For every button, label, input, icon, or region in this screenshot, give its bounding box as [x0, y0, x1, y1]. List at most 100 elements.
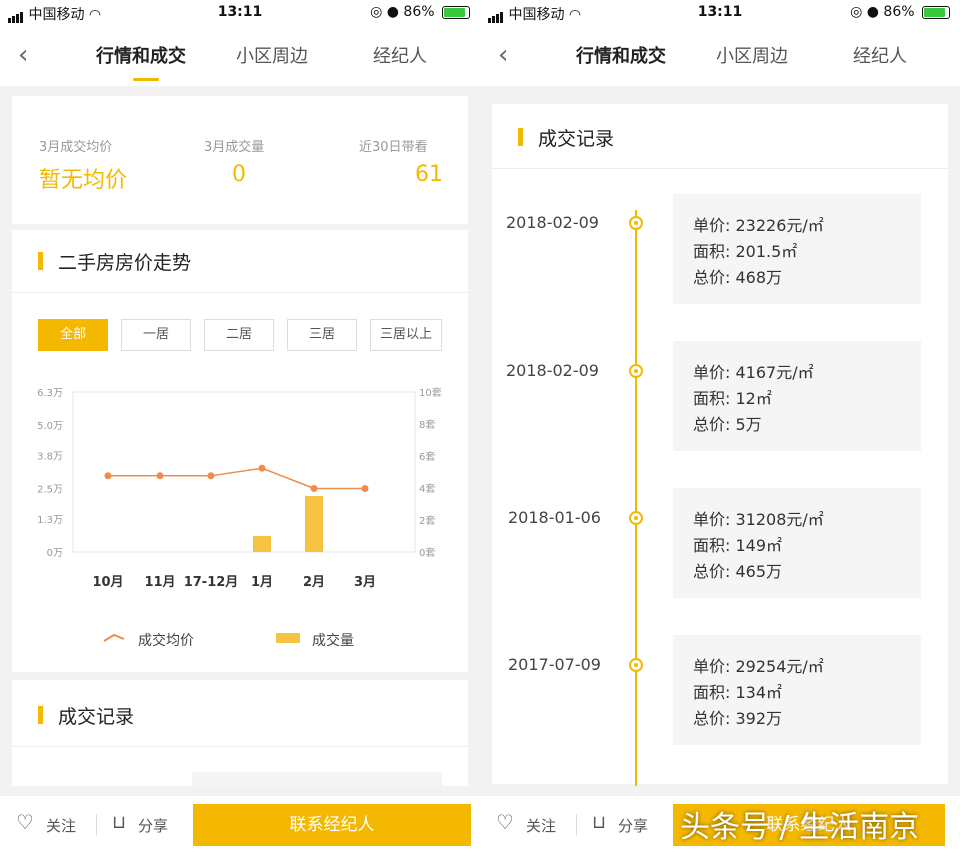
y-right-tick-label: 6套	[419, 450, 435, 463]
stat-value: 0	[232, 162, 246, 187]
divider	[12, 746, 468, 747]
record-unit-price: 单价: 23226元/㎡	[693, 216, 824, 235]
tab-market[interactable]: 行情和成交	[576, 42, 666, 68]
share-button[interactable]: 分享	[138, 815, 168, 836]
filter-1br[interactable]: 一居	[121, 319, 191, 351]
record-box[interactable]: 单价: 23226元/㎡ 面积: 201.5㎡ 总价: 468万	[673, 194, 921, 304]
record-total: 总价: 468万	[693, 268, 783, 287]
record-total: 总价: 465万	[693, 562, 783, 581]
filter-2br[interactable]: 二居	[204, 319, 274, 351]
alarm-icon: ●	[386, 4, 399, 20]
legend-bar-label: 成交量	[312, 633, 354, 649]
follow-button[interactable]: 关注	[46, 815, 76, 836]
y-left-tick-label: 3.8万	[37, 451, 63, 462]
legend-line-label: 成交均价	[138, 633, 194, 649]
follow-button[interactable]: 关注	[526, 815, 556, 836]
rotation-lock-icon: ◎	[850, 4, 863, 20]
section-marker	[38, 706, 43, 724]
record-total: 总价: 5万	[693, 415, 762, 434]
price-trend-chart: 6.3万 5.0万 3.8万 2.5万 1.3万 0万 10套 8套 6套 4套 2套 0套 10月 11…	[37, 386, 442, 590]
record-date: 2018-01-06	[508, 508, 601, 527]
battery-icon	[922, 5, 950, 19]
share-icon[interactable]: ⊔	[592, 812, 606, 833]
y-right-tick-label: 8套	[419, 418, 435, 431]
x-tick-label: 3月	[354, 575, 376, 590]
battery-percent: 86%	[883, 4, 915, 20]
y-left-tick-label: 0万	[47, 548, 63, 559]
back-arrow-icon[interactable]: ‹	[498, 40, 508, 70]
status-right: ◎ ● 86%	[370, 4, 470, 20]
timeline-dot	[629, 216, 643, 230]
record-area: 面积: 12㎡	[693, 389, 772, 408]
stat-value: 61	[415, 162, 443, 187]
timeline-line	[635, 210, 637, 786]
divider	[96, 814, 97, 836]
records-card	[12, 680, 468, 786]
record-box[interactable]: 单价: 4167元/㎡ 面积: 12㎡ 总价: 5万	[673, 341, 921, 451]
share-icon[interactable]: ⊔	[112, 812, 126, 833]
x-tick-label: 17-12月	[184, 575, 239, 590]
x-tick-label: 2月	[303, 575, 325, 590]
timeline-dot	[629, 658, 643, 672]
divider	[12, 292, 468, 293]
left-screen: 中国移动 ◠ 13:11 ◎ ● 86% ‹ 行情和成交 小区周边 经纪人 3月…	[0, 0, 480, 853]
status-bar: 中国移动 ◠ 13:11 ◎ ● 86%	[0, 0, 480, 26]
status-bar: 中国移动 ◠ 13:11 ◎ ● 86%	[480, 0, 960, 26]
stat-label: 近30日带看	[359, 140, 428, 155]
rotation-lock-icon: ◎	[370, 4, 383, 20]
heart-icon[interactable]: ♡	[16, 810, 34, 834]
legend-line-icon	[103, 633, 125, 642]
y-left-tick-label: 2.5万	[37, 485, 63, 496]
record-area: 面积: 201.5㎡	[693, 242, 798, 261]
top-nav: ‹ 行情和成交 小区周边 经纪人	[480, 26, 960, 86]
price-point	[361, 485, 369, 493]
contact-agent-button[interactable]: 联系经纪人	[193, 804, 471, 846]
timeline-dot	[629, 364, 643, 378]
watermark: 头条号 / 生活南京	[680, 810, 920, 845]
tab-agents[interactable]: 经纪人	[853, 42, 907, 68]
trend-title: 二手房房价走势	[58, 252, 192, 274]
record-unit-price: 单价: 29254元/㎡	[693, 657, 824, 676]
volume-bar	[253, 536, 271, 552]
record-date: 2017-07-09	[508, 655, 601, 674]
record-date: 2018-02-09	[506, 361, 599, 380]
filter-all[interactable]: 全部	[38, 319, 108, 351]
divider	[492, 168, 948, 169]
x-tick-label: 1月	[251, 575, 273, 590]
record-total: 总价: 392万	[693, 709, 783, 728]
record-unit-price: 单价: 4167元/㎡	[693, 363, 814, 382]
price-point	[104, 472, 112, 480]
records-title: 成交记录	[538, 128, 615, 150]
y-left-tick-label: 6.3万	[37, 388, 63, 399]
tab-surroundings[interactable]: 小区周边	[716, 42, 788, 68]
record-date: 2018-02-09	[506, 213, 599, 232]
active-tab-indicator	[133, 78, 159, 81]
heart-icon[interactable]: ♡	[496, 810, 514, 834]
tab-agents[interactable]: 经纪人	[373, 42, 427, 68]
price-point	[258, 464, 266, 472]
divider	[576, 814, 577, 836]
price-point	[310, 485, 318, 493]
x-tick-label: 10月	[92, 575, 123, 590]
battery-percent: 86%	[403, 4, 435, 20]
bottom-bar: ♡ 关注 ⊔ 分享 联系经纪人	[0, 796, 480, 853]
filter-3br[interactable]: 三居	[287, 319, 357, 351]
y-right-tick-label: 2套	[419, 514, 435, 527]
section-marker	[38, 252, 43, 270]
tab-surroundings[interactable]: 小区周边	[236, 42, 308, 68]
record-unit-price: 单价: 31208元/㎡	[693, 510, 824, 529]
section-marker	[518, 128, 523, 146]
record-box	[192, 772, 442, 786]
back-arrow-icon[interactable]: ‹	[18, 40, 28, 70]
record-box[interactable]: 单价: 29254元/㎡ 面积: 134㎡ 总价: 392万	[673, 635, 921, 745]
stat-value: 暂无均价	[39, 168, 128, 193]
price-point	[207, 472, 215, 480]
stats-card: 3月成交均价 暂无均价 3月成交量 0 近30日带看 61	[12, 96, 468, 224]
y-left-tick-label: 1.3万	[37, 515, 63, 526]
tab-market[interactable]: 行情和成交	[96, 42, 186, 68]
x-tick-label: 11月	[144, 575, 175, 590]
record-box[interactable]: 单价: 31208元/㎡ 面积: 149㎡ 总价: 465万	[673, 488, 921, 598]
share-button[interactable]: 分享	[618, 815, 648, 836]
alarm-icon: ●	[866, 4, 879, 20]
filter-3br-plus[interactable]: 三居以上	[370, 319, 442, 351]
